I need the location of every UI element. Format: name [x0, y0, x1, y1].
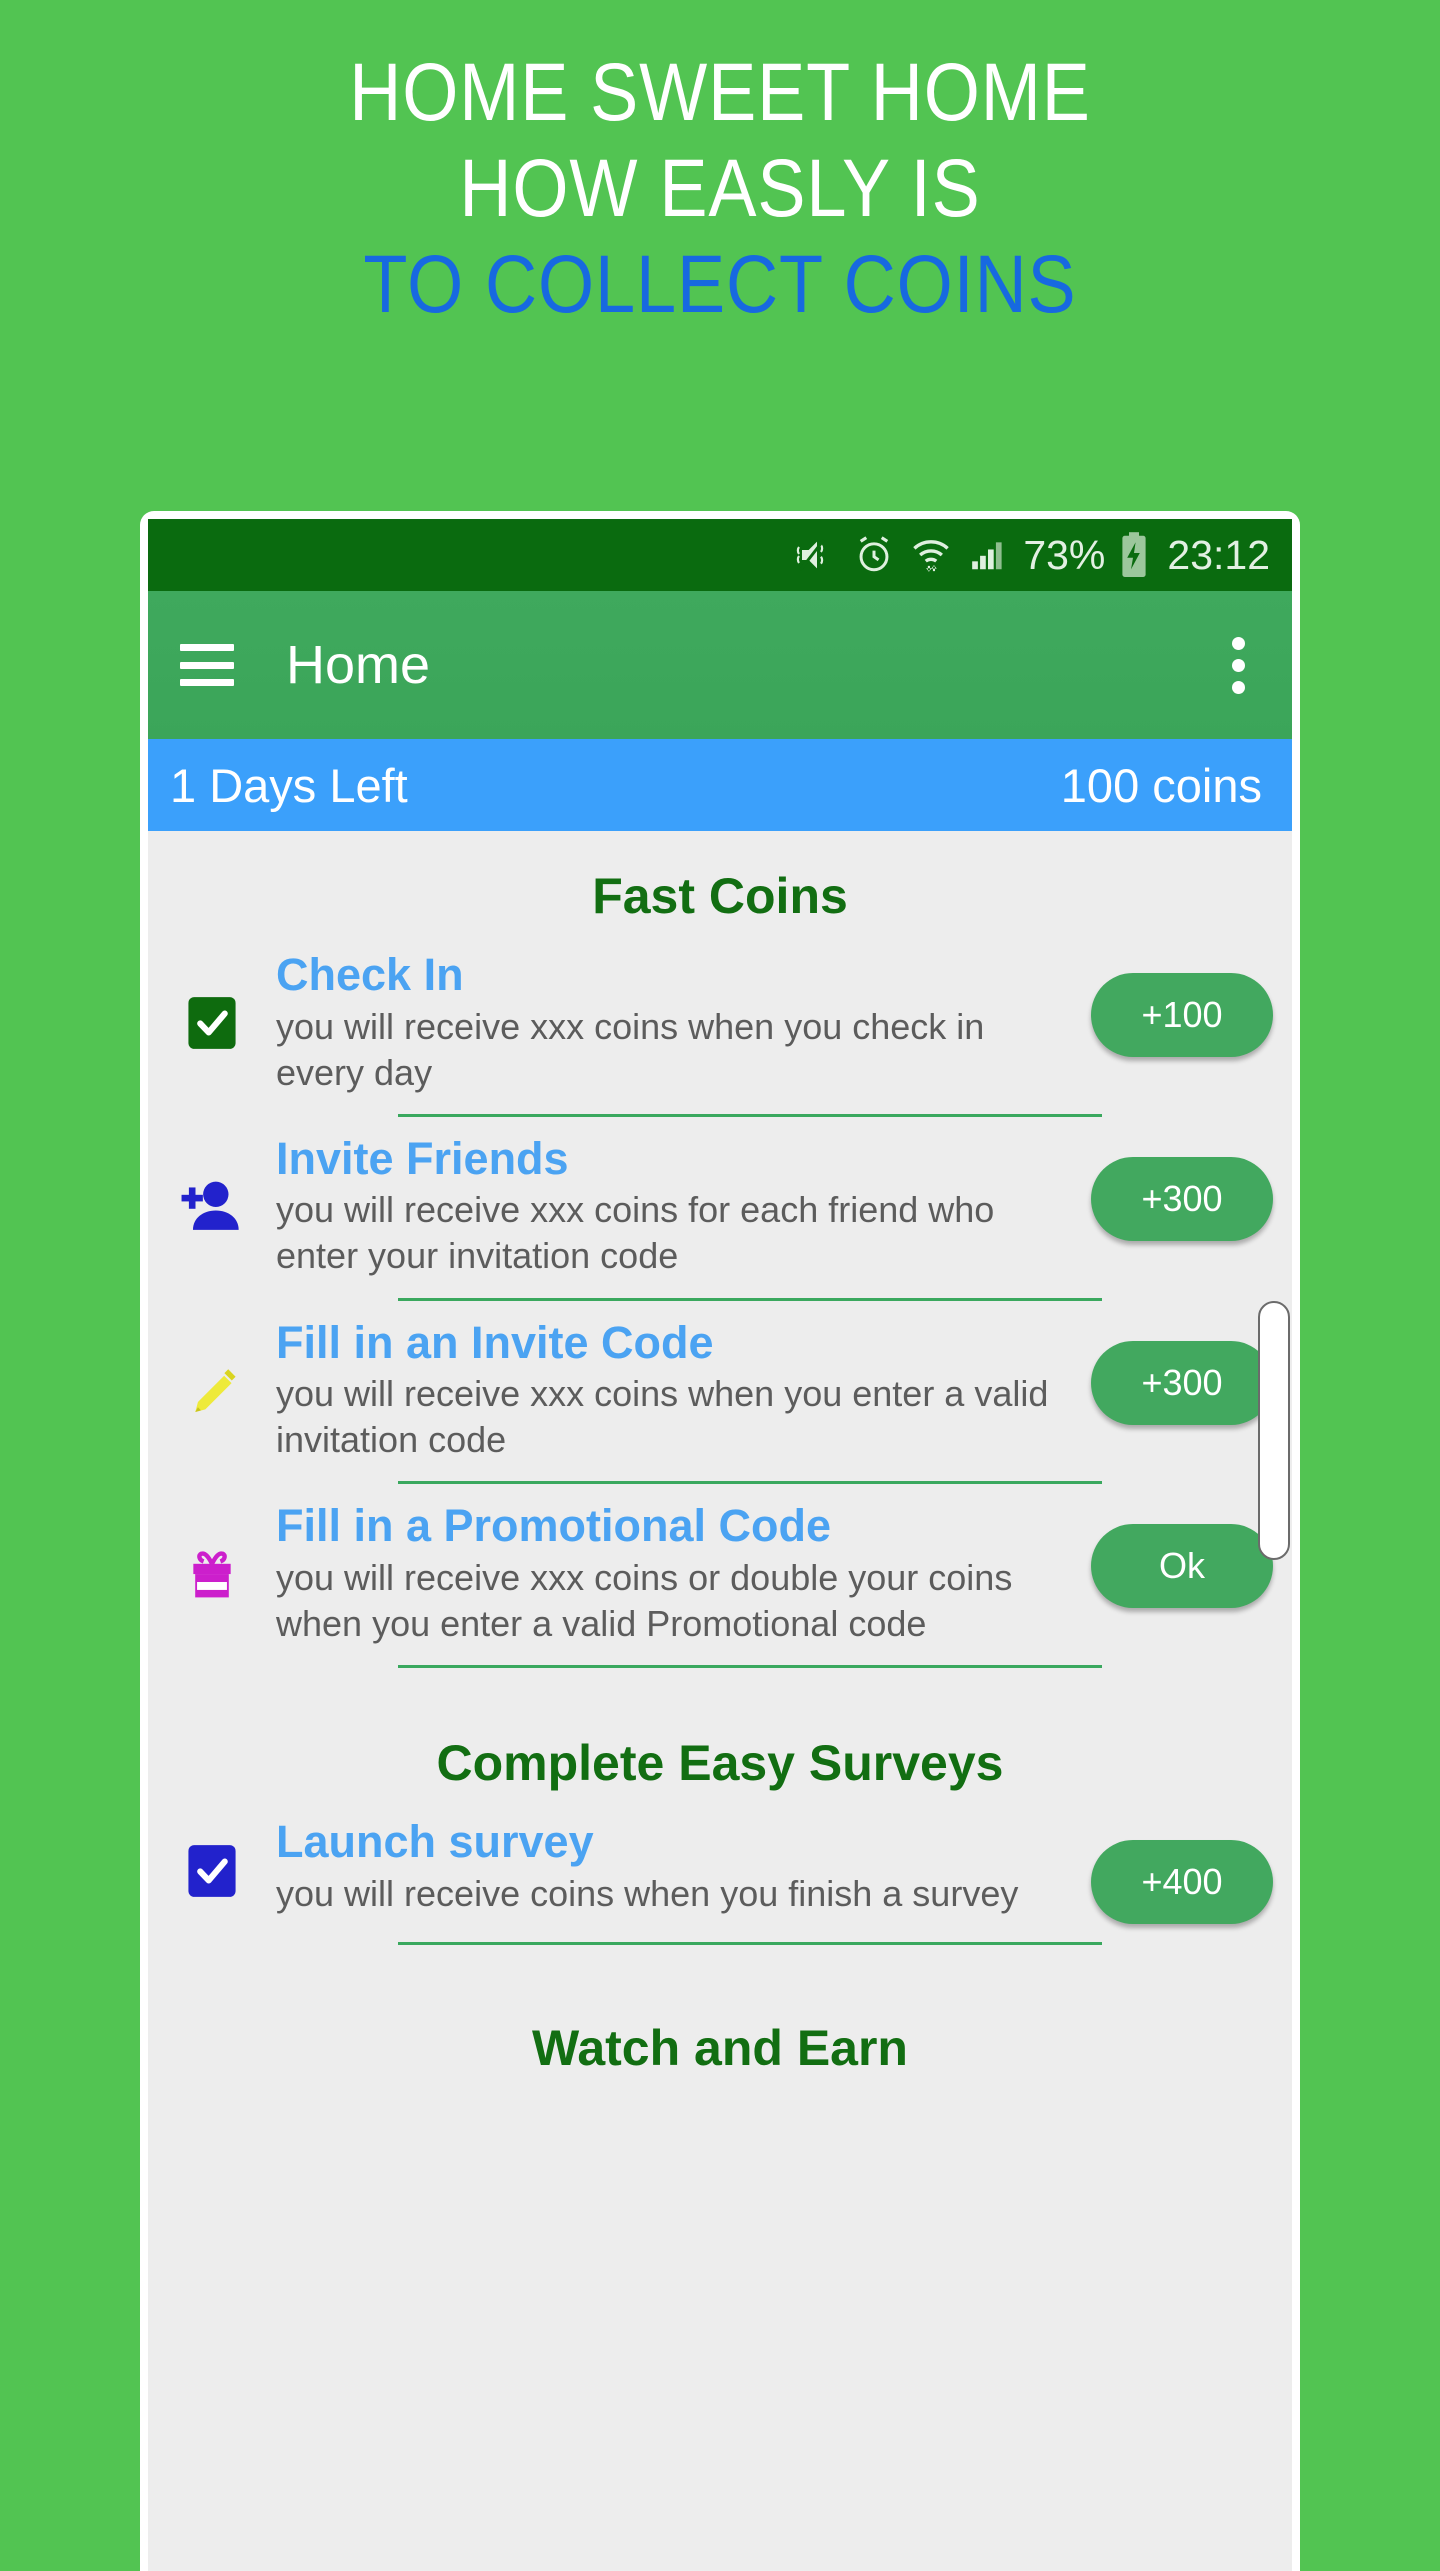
list-item[interactable]: Check In you will receive xxx coins when…	[148, 933, 1292, 1096]
list-item-title: Check In	[276, 949, 464, 1000]
battery-charging-icon	[1119, 531, 1149, 579]
list-item-title: Fill in an Invite Code	[276, 1316, 714, 1368]
status-banner: 1 Days Left 100 coins	[148, 739, 1292, 831]
signal-icon	[967, 536, 1009, 574]
list-item-title: Invite Friends	[276, 1132, 569, 1184]
scroll-content[interactable]: Fast Coins Check In you will receive xxx…	[148, 831, 1292, 2571]
list-item-desc: you will receive xxx coins or double you…	[276, 1556, 1013, 1644]
list-item-body: Fill in a Promotional Code you will rece…	[276, 1502, 1072, 1647]
promotional-code-ok-button[interactable]: Ok	[1091, 1524, 1273, 1609]
phone-screen: 73% 23:12 Home 1 Days Left 100 coins Fas…	[148, 519, 1292, 2571]
section-title-fast-coins: Fast Coins	[592, 868, 848, 924]
section-title-watch-and-earn: Watch and Earn	[532, 2020, 908, 2076]
list-item-desc: you will receive xxx coins when you ente…	[276, 1373, 1049, 1461]
overflow-menu-icon[interactable]	[1210, 630, 1266, 700]
mute-vibrate-icon	[795, 535, 839, 575]
list-item[interactable]: Invite Friends you will receive xxx coin…	[148, 1117, 1292, 1280]
alarm-icon	[853, 534, 895, 576]
promo-line-2: HOW EASLY IS	[459, 143, 981, 234]
section-title-surveys: Complete Easy Surveys	[436, 1735, 1004, 1791]
list-item-action: +400	[1072, 1818, 1292, 1924]
invite-friends-reward-button[interactable]: +300	[1091, 1156, 1273, 1241]
person-add-icon[interactable]	[148, 1176, 276, 1238]
list-item-title: Launch survey	[276, 1816, 594, 1867]
list-item-desc: you will receive xxx coins when you chec…	[276, 1005, 985, 1093]
pencil-icon[interactable]	[148, 1360, 276, 1422]
gift-icon[interactable]	[148, 1544, 276, 1606]
app-bar: Home	[148, 591, 1292, 739]
list-item-body: Invite Friends you will receive xxx coin…	[276, 1132, 1072, 1280]
launch-survey-reward-button[interactable]: +400	[1091, 1840, 1273, 1924]
list-item-body: Check In you will receive xxx coins when…	[276, 949, 1072, 1096]
list-item[interactable]: Fill in a Promotional Code you will rece…	[148, 1484, 1292, 1647]
days-left-label: 1 Days Left	[170, 758, 408, 812]
list-item-desc: you will receive coins when you finish a…	[276, 1872, 1019, 1914]
checkbox-checked-blue-icon[interactable]	[148, 1838, 276, 1904]
vertical-scrollbar[interactable]	[1258, 1301, 1290, 1560]
list-item-desc: you will receive xxx coins for each frie…	[276, 1189, 995, 1277]
battery-percent: 73%	[1023, 531, 1106, 578]
list-item-action: +100	[1072, 951, 1292, 1057]
status-clock: 23:12	[1167, 531, 1270, 578]
checkbox-checked-green-icon[interactable]	[148, 990, 276, 1056]
promo-headline: HOME SWEET HOME HOW EASLY IS TO COLLECT …	[0, 0, 1440, 512]
phone-frame: 73% 23:12 Home 1 Days Left 100 coins Fas…	[140, 511, 1300, 2571]
list-item-body: Fill in an Invite Code you will receive …	[276, 1316, 1072, 1464]
wifi-icon	[909, 534, 953, 576]
status-bar: 73% 23:12	[148, 519, 1292, 591]
hamburger-icon[interactable]	[180, 644, 234, 686]
coins-balance: 100 coins	[1060, 758, 1262, 812]
invite-code-reward-button[interactable]: +300	[1091, 1340, 1273, 1425]
page-title: Home	[286, 635, 431, 695]
promo-line-3: TO COLLECT COINS	[363, 239, 1077, 330]
list-item-action: +300	[1072, 1135, 1292, 1241]
list-item-title: Fill in a Promotional Code	[276, 1500, 832, 1552]
list-item-body: Launch survey you will receive coins whe…	[276, 1816, 1072, 1917]
promo-line-1: HOME SWEET HOME	[349, 47, 1091, 138]
list-item[interactable]: Fill in an Invite Code you will receive …	[148, 1301, 1292, 1464]
check-in-reward-button[interactable]: +100	[1091, 973, 1273, 1057]
list-item[interactable]: Launch survey you will receive coins whe…	[148, 1800, 1292, 1924]
